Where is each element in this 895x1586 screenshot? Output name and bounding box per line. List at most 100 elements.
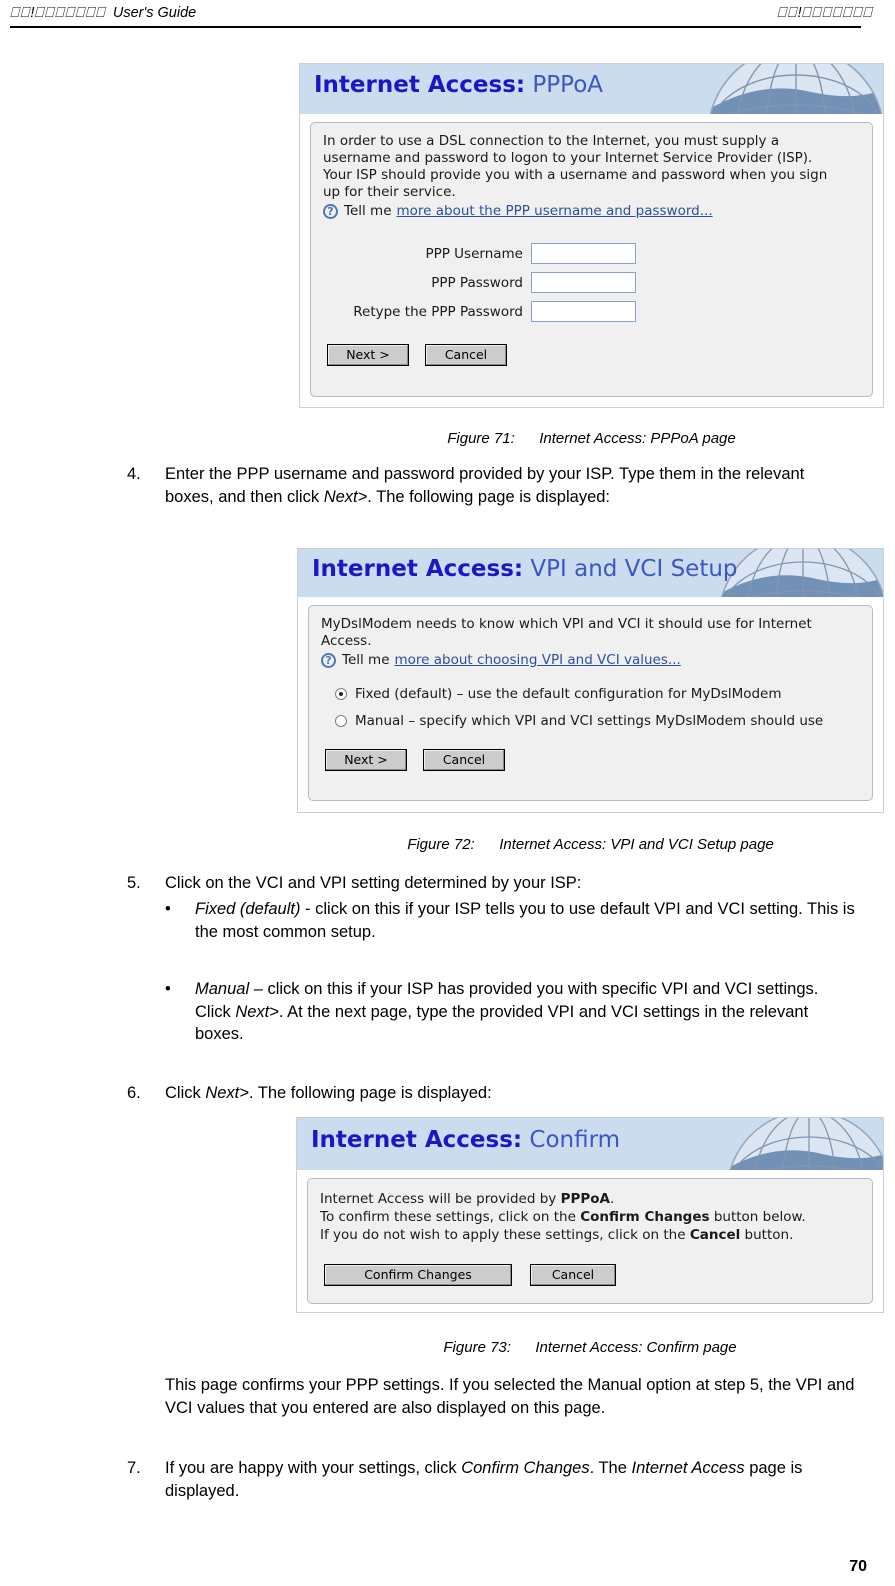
figure-73-button-row: Confirm Changes Cancel [320,1264,860,1286]
header-left: ⎕⎕ ! ⎕⎕⎕⎕⎕⎕⎕ User's Guide [10,4,196,22]
figure-72-tell-me-label: Tell me [342,652,390,668]
figure-73-caption: Figure 73: Internet Access: Confirm page [296,1339,884,1356]
step-6: 6. Click Next>. The following page is di… [127,1082,837,1105]
ppp-password-label: PPP Password [431,274,523,291]
step-5-bullet-fixed-text: Fixed (default) - click on this if your … [195,898,855,943]
header-left-tofu-1: ⎕⎕ [10,5,31,21]
figure-73-title-light: Confirm [529,1127,621,1153]
step-4-number: 4. [127,465,141,483]
retype-ppp-password-label: Retype the PPP Password [353,303,523,320]
ppp-username-label: PPP Username [425,245,523,262]
figure-73-banner: Internet Access: Confirm [297,1118,883,1170]
step-5-number: 5. [127,874,141,892]
vpi-vci-option-fixed-label: Fixed (default) – use the default config… [355,686,782,702]
vpi-vci-option-manual[interactable]: Manual – specify which VPI and VCI setti… [335,713,860,729]
step-6-text-part1: Click [165,1084,206,1102]
figure-72-title-light: VPI and VCI Setup [530,556,738,582]
figure-73-line-1-c: . [609,1191,615,1207]
radio-fixed-icon[interactable] [335,688,347,700]
figure-71-form: PPP Username PPP Password Retype the PPP… [323,243,860,322]
figure-71-body-text: In order to use a DSL connection to the … [323,133,828,200]
figure-73-line-2-c: button below. [709,1209,806,1225]
figure-73-line-2-bold: Confirm Changes [580,1209,710,1225]
step-7: 7. If you are happy with your settings, … [127,1457,847,1502]
figure-72-help-row[interactable]: ? Tell me more about choosing VPI and VC… [321,652,860,668]
vpi-vci-options: Fixed (default) – use the default config… [321,686,860,729]
figure-72-caption: Figure 72: Internet Access: VPI and VCI S… [297,836,884,853]
step-5-bullet-manual-part2: . At the next page, type the provided VP… [195,1002,809,1044]
step-5-bullet-manual-text: Manual – click on this if your ISP has p… [195,978,855,1046]
figure-72-banner: Internet Access: VPI and VCI Setup [298,549,883,597]
figure-73-line-3-a: If you do not wish to apply these settin… [320,1227,690,1243]
retype-ppp-password-input[interactable] [531,301,636,322]
step-6-emphasis-next: Next> [205,1084,249,1102]
figure-71-title: Internet Access: PPPoA [300,64,883,98]
figure-71-screenshot: Internet Access: PPPoA In order to use a… [299,63,884,408]
header-left-tofu-2: ⎕⎕⎕⎕⎕⎕⎕ [34,5,106,21]
step-7-part2: . The [589,1459,632,1477]
figure-73-title-strong: Internet Access: [311,1127,523,1153]
ppp-username-input[interactable] [531,243,636,264]
vpi-vci-option-fixed[interactable]: Fixed (default) – use the default config… [335,686,860,702]
figure-72-caption-text: Internet Access: VPI and VCI Setup page [499,836,774,853]
question-mark-icon: ? [323,203,338,219]
figure-72-body-text: MyDslModem needs to know which VPI and V… [321,616,812,649]
radio-manual-icon[interactable] [335,715,347,727]
figure-72-next-button[interactable]: Next > [325,749,407,771]
step-5: 5. Click on the VCI and VPI setting dete… [127,872,847,895]
step-5-bullet-fixed: • Fixed (default) - click on this if you… [165,898,855,943]
header-divider-rule [10,26,861,28]
ppp-username-row: PPP Username [323,243,860,264]
figure-73-caption-text: Internet Access: Confirm page [535,1339,737,1356]
confirm-page-description: This page confirms your PPP settings. If… [165,1376,855,1417]
page-number: 70 [849,1558,867,1575]
figure-71-panel: In order to use a DSL connection to the … [310,122,873,397]
figure-71-help-link[interactable]: more about the PPP username and password… [397,203,713,219]
figure-71-title-light: PPPoA [532,72,604,98]
step-5-bullet-manual: • Manual – click on this if your ISP has… [165,978,855,1046]
step-5-bullet-manual-emphasis: Manual [195,980,250,998]
figure-71-button-row: Next > Cancel [323,344,860,366]
figure-73-line-2: To confirm these settings, click on the … [320,1208,860,1226]
figure-73-line-2-a: To confirm these settings, click on the [320,1209,581,1225]
figure-73-caption-number: Figure 73: [443,1339,511,1356]
figure-73-cancel-button[interactable]: Cancel [530,1264,616,1286]
figure-71-help-row[interactable]: ? Tell me more about the PPP username an… [323,203,860,219]
figure-72-button-row: Next > Cancel [321,749,860,771]
question-mark-icon: ? [321,652,336,668]
figure-73-line-1-bold: PPPoA [560,1191,610,1207]
figure-72-title: Internet Access: VPI and VCI Setup [298,549,883,582]
figure-73-line-3-bold: Cancel [689,1227,741,1243]
step-6-text: Click Next>. The following page is displ… [165,1082,837,1105]
vpi-vci-option-manual-label: Manual – specify which VPI and VCI setti… [355,713,824,729]
step-6-number: 6. [127,1084,141,1102]
step-5-bullet-manual-emphasis-next: Next> [235,1002,279,1021]
figure-73-title: Internet Access: Confirm [297,1118,883,1153]
figure-71-caption-number: Figure 71: [447,430,515,447]
header-right-tofu-2: ⎕⎕⎕⎕⎕⎕⎕ [801,5,873,21]
ppp-password-input[interactable] [531,272,636,293]
header-users-guide-label: User's Guide [112,5,197,21]
step-7-emphasis-internet-access: Internet Access [631,1459,745,1477]
figure-72-cancel-button[interactable]: Cancel [423,749,505,771]
step-4: 4. Enter the PPP username and password p… [127,463,837,508]
figure-72-screenshot: Internet Access: VPI and VCI Setup MyDsl… [297,548,884,813]
bullet-icon: • [165,900,171,918]
figure-71-cancel-button[interactable]: Cancel [425,344,507,366]
figure-73-line-3: If you do not wish to apply these settin… [320,1226,860,1244]
figure-73-confirm-changes-button[interactable]: Confirm Changes [324,1264,512,1286]
ppp-password-row: PPP Password [323,272,860,293]
step-5-bullet-fixed-emphasis: Fixed (default) [195,900,301,918]
step-7-text: If you are happy with your settings, cli… [165,1457,847,1502]
figure-73-panel: Internet Access will be provided by PPPo… [307,1178,873,1304]
header-right: ⎕⎕ ! ⎕⎕⎕⎕⎕⎕⎕ [777,4,885,22]
figure-71-banner: Internet Access: PPPoA [300,64,883,114]
step-6-text-part2: . The following page is displayed: [248,1084,492,1102]
bullet-icon: • [165,980,171,998]
figure-72-help-link[interactable]: more about choosing VPI and VCI values..… [395,652,681,668]
figure-73-screenshot: Internet Access: Confirm Internet Access… [296,1117,884,1313]
figure-71-next-button[interactable]: Next > [327,344,409,366]
figure-71-title-strong: Internet Access: [314,72,526,98]
figure-71-caption: Figure 71: Internet Access: PPPoA page [299,430,884,447]
step-5-text: Click on the VCI and VPI setting determi… [165,874,582,892]
